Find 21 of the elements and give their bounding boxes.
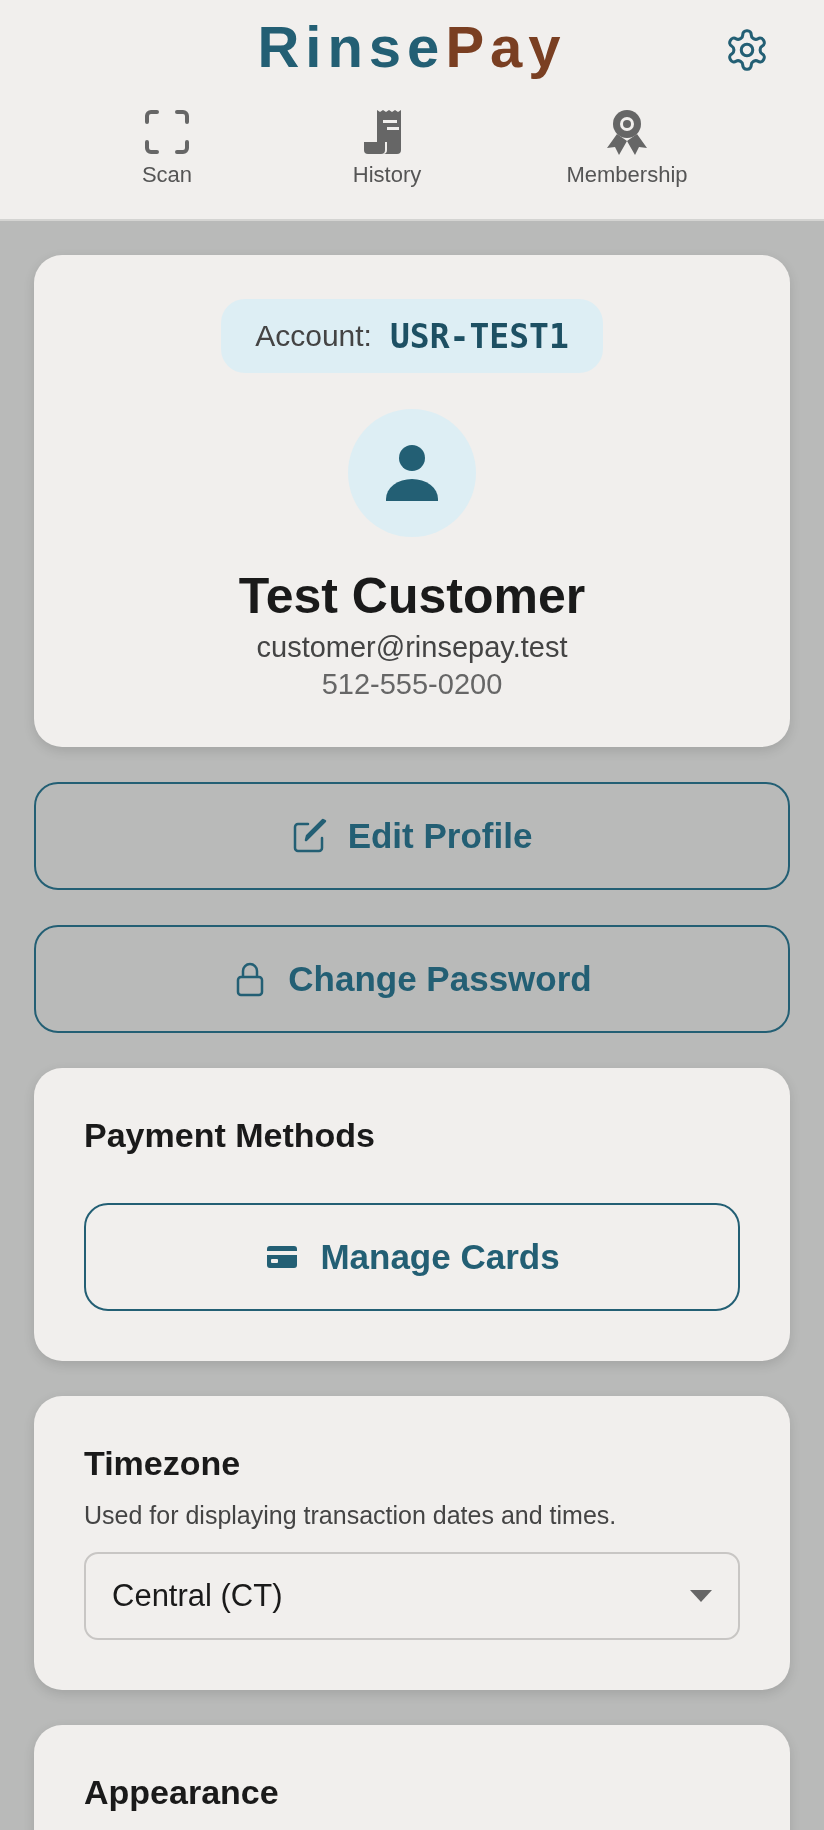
nav-link[interactable]: Scan [141,108,193,188]
scan-frame-icon [143,108,191,156]
user-icon [386,445,438,501]
nav-link[interactable]: History [352,108,422,188]
customer-email: customer@rinsepay.test [256,631,568,664]
edit-profile-button[interactable]: Edit Profile [34,782,790,890]
nav-link[interactable]: Membership [566,108,688,188]
change-password-button[interactable]: Change Password [34,925,790,1033]
dropdown-caret-icon [690,1590,712,1602]
customer-name: Test Customer [238,567,586,625]
section-title: Timezone [84,1444,242,1483]
app-logo: RinsePay [257,14,567,80]
account-label: Account: [255,319,372,353]
account-id: USR-TEST1 [389,316,569,356]
customer-phone: 512-555-0200 [321,668,503,701]
timezone-select[interactable]: Central (CT) [84,1552,740,1640]
manage-cards-button[interactable]: Manage Cards [84,1203,740,1311]
edit-icon [291,818,328,854]
section-description: Used for displaying transaction dates and times. [84,1501,618,1530]
section-title: Appearance [84,1773,280,1812]
section-title: Payment Methods [84,1116,376,1155]
